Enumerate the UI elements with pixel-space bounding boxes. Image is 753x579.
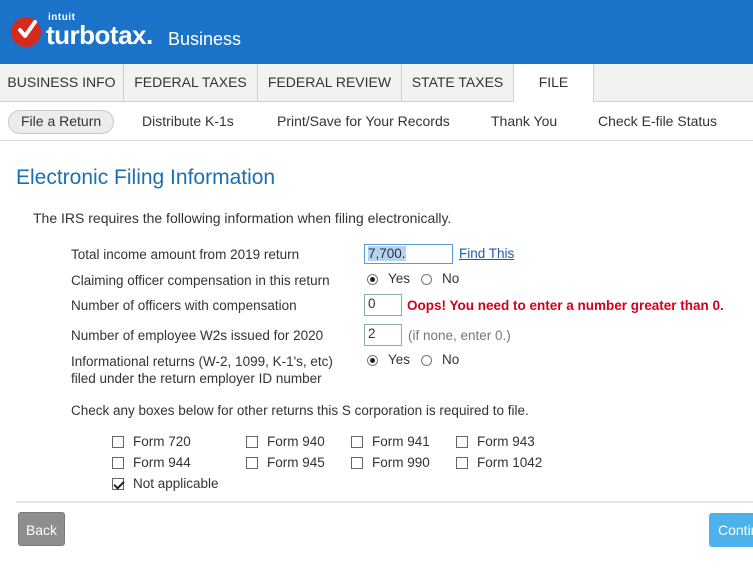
subnav-thank-you[interactable]: Thank You	[491, 110, 557, 132]
continue-button[interactable]: Continue	[709, 513, 753, 547]
form-1042-label: Form 1042	[477, 455, 543, 470]
info-returns-no-label: No	[442, 352, 460, 367]
num-officers-error: Oops! You need to enter a number greater…	[407, 298, 724, 313]
tab-federal-review[interactable]: FEDERAL REVIEW	[258, 64, 402, 101]
officer-comp-yes-label: Yes	[388, 271, 411, 286]
form-720-label: Form 720	[133, 434, 191, 449]
tab-federal-taxes[interactable]: FEDERAL TAXES	[124, 64, 258, 101]
subnav-file-a-return[interactable]: File a Return	[8, 110, 115, 134]
not-applicable-label: Not applicable	[133, 476, 219, 491]
subnav-distribute-k1s[interactable]: Distribute K-1s	[142, 110, 234, 132]
checkmark-icon	[18, 20, 37, 38]
form-940-label: Form 940	[267, 434, 325, 449]
subnav-check-efile-status[interactable]: Check E-file Status	[598, 110, 717, 132]
sub-navigation: File a Return Distribute K-1s Print/Save…	[0, 102, 753, 141]
main-tabs: BUSINESS INFO FEDERAL TAXES FEDERAL REVI…	[0, 64, 753, 102]
form-944-checkbox[interactable]	[112, 457, 124, 469]
num-w2-label: Number of employee W2s issued for 2020	[71, 328, 324, 343]
intro-text: The IRS requires the following informati…	[33, 210, 452, 226]
app-header: intuit turbotax. Business	[0, 0, 753, 64]
info-returns-yes-radio[interactable]	[367, 355, 378, 366]
form-945-label: Form 945	[267, 455, 325, 470]
form-943-checkbox[interactable]	[456, 436, 468, 448]
total-income-label: Total income amount from 2019 return	[71, 247, 300, 262]
tab-business-info[interactable]: BUSINESS INFO	[0, 64, 124, 101]
form-940-checkbox[interactable]	[246, 436, 258, 448]
footer-divider	[16, 501, 753, 503]
total-income-value: 7,700.	[368, 246, 406, 261]
form-941-checkbox[interactable]	[351, 436, 363, 448]
back-button[interactable]: Back	[18, 512, 65, 546]
info-returns-label-line2: filed under the return employer ID numbe…	[71, 371, 322, 386]
page-title: Electronic Filing Information	[16, 166, 276, 189]
not-applicable-checkbox[interactable]	[112, 478, 124, 490]
num-officers-label: Number of officers with compensation	[71, 298, 297, 313]
num-w2-hint: (if none, enter 0.)	[408, 328, 511, 343]
check-instruction: Check any boxes below for other returns …	[71, 403, 529, 418]
num-officers-input[interactable]: 0	[364, 294, 402, 316]
find-this-link[interactable]: Find This	[459, 246, 514, 261]
form-945-checkbox[interactable]	[246, 457, 258, 469]
form-720-checkbox[interactable]	[112, 436, 124, 448]
form-943-label: Form 943	[477, 434, 535, 449]
form-944-label: Form 944	[133, 455, 191, 470]
form-990-checkbox[interactable]	[351, 457, 363, 469]
officer-comp-no-label: No	[442, 271, 460, 286]
officer-comp-yes-radio[interactable]	[367, 274, 378, 285]
tab-file[interactable]: FILE	[514, 64, 594, 102]
info-returns-yes-label: Yes	[388, 352, 411, 367]
info-returns-no-radio[interactable]	[421, 355, 432, 366]
form-941-label: Form 941	[372, 434, 430, 449]
product-name: Business	[168, 29, 242, 49]
officer-comp-no-radio[interactable]	[421, 274, 432, 285]
form-1042-checkbox[interactable]	[456, 457, 468, 469]
officer-comp-label: Claiming officer compensation in this re…	[71, 273, 330, 288]
subnav-print-save[interactable]: Print/Save for Your Records	[277, 110, 450, 132]
turbotax-wordmark: turbotax.	[46, 20, 153, 50]
info-returns-label-line1: Informational returns (W-2, 1099, K-1's,…	[71, 354, 333, 369]
tab-state-taxes[interactable]: STATE TAXES	[402, 64, 514, 101]
total-income-input[interactable]: 7,700.	[364, 244, 453, 264]
form-990-label: Form 990	[372, 455, 430, 470]
num-w2-input[interactable]: 2	[364, 324, 402, 346]
